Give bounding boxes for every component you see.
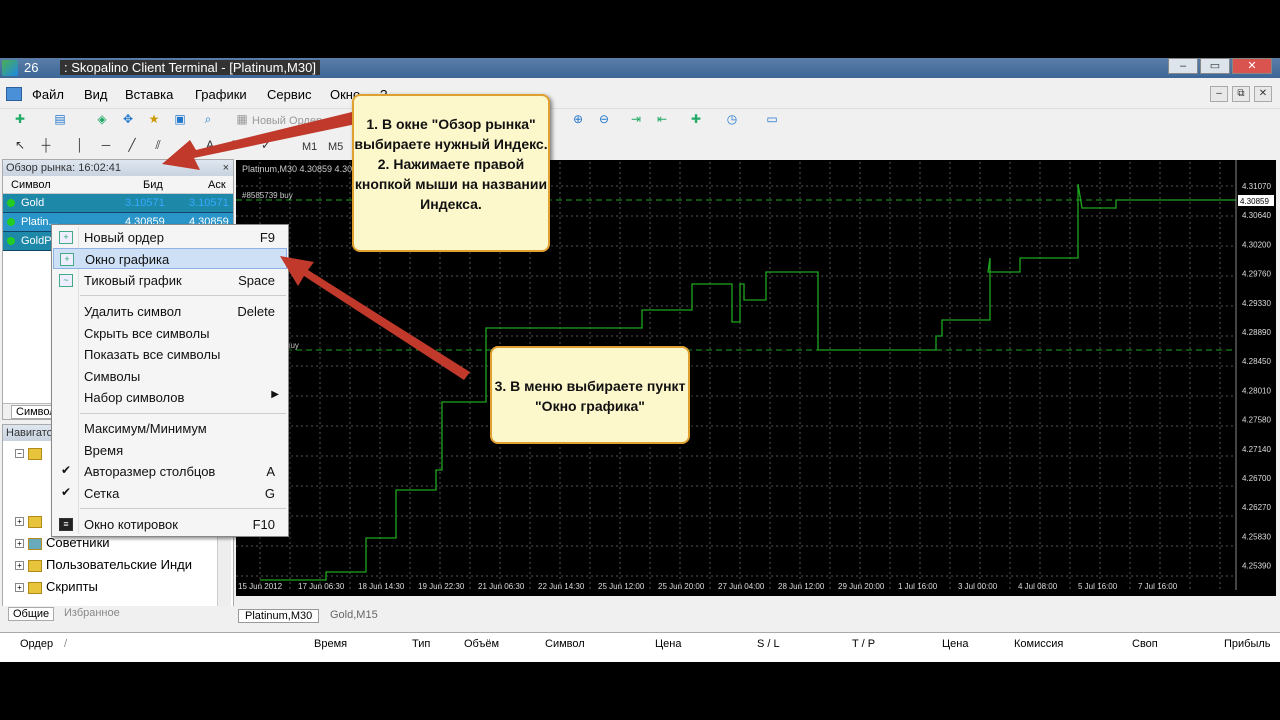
screen: 26 : Skopalino Client Terminal - [Platin… bbox=[0, 0, 1280, 720]
instruction-callout-2: 3. В меню выбираете пункт "Окно графика" bbox=[490, 346, 690, 444]
arrow-to-chart-window-item bbox=[280, 256, 470, 380]
arrow-to-market-watch bbox=[162, 112, 356, 170]
instruction-callout-1: 1. В окне "Обзор рынка" выбираете нужный… bbox=[352, 94, 550, 252]
